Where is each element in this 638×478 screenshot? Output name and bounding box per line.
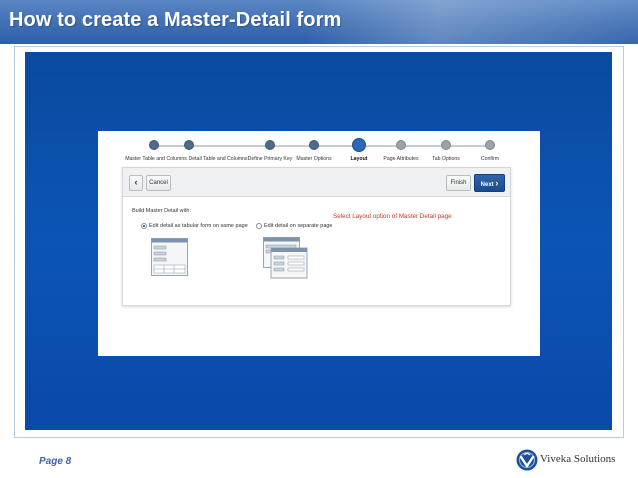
step-label-page-attributes: Page Attributes xyxy=(383,156,419,162)
option-label-separate-page[interactable]: Edit detail on separate page xyxy=(264,223,333,229)
next-button-label: Next xyxy=(480,182,494,188)
layout-hint: Select Layout option of Master Detail pa… xyxy=(333,213,452,220)
back-button[interactable]: ‹ xyxy=(129,175,143,191)
footer-divider xyxy=(0,442,638,443)
radio-same-page[interactable] xyxy=(141,223,147,229)
chevron-left-icon: ‹ xyxy=(134,177,138,187)
next-button[interactable]: Next › xyxy=(474,174,505,192)
same-page-layout-icon[interactable] xyxy=(151,238,188,276)
step-label-master-table: Master Table and Columns xyxy=(125,156,187,162)
cancel-button[interactable]: Cancel xyxy=(146,175,171,191)
wizard-screenshot: Master Table and Columns Detail Table an… xyxy=(98,131,540,356)
step-dot-master-options[interactable] xyxy=(309,140,319,150)
step-label-detail-table: Detail Table and Columns xyxy=(188,156,248,162)
step-dot-tab-options[interactable] xyxy=(441,140,451,150)
step-dot-primary-key[interactable] xyxy=(265,140,275,150)
slide-header: How to create a Master-Detail form xyxy=(0,0,638,44)
page-number: Page 8 xyxy=(39,456,72,467)
option-label-same-page[interactable]: Edit detail as tabular form on same page xyxy=(149,223,248,229)
step-dot-master-table[interactable] xyxy=(149,140,159,150)
wizard-train-line xyxy=(154,145,490,147)
radio-separate-page[interactable] xyxy=(256,223,262,229)
step-dot-layout[interactable] xyxy=(352,138,366,152)
viveka-logo-icon xyxy=(516,449,538,471)
step-dot-confirm[interactable] xyxy=(485,140,495,150)
step-label-primary-key: Define Primary Key xyxy=(247,156,293,162)
build-label: Build Master Detail with: xyxy=(132,208,191,214)
wizard-toolbar: ‹ Cancel Finish Next › xyxy=(123,168,510,197)
step-dot-detail-table[interactable] xyxy=(184,140,194,150)
chevron-right-icon: › xyxy=(495,178,499,188)
brand-name: Viveka Solutions xyxy=(540,453,616,465)
finish-button[interactable]: Finish xyxy=(446,175,471,191)
wizard-panel: ‹ Cancel Finish Next › Build Master Deta… xyxy=(122,167,511,306)
step-label-layout: Layout xyxy=(350,156,368,162)
step-label-tab-options: Tab Options xyxy=(432,156,460,162)
step-label-confirm: Confirm xyxy=(480,156,500,162)
step-dot-page-attributes[interactable] xyxy=(396,140,406,150)
separate-page-layout-icon[interactable] xyxy=(263,237,308,279)
slide-title: How to create a Master-Detail form xyxy=(9,9,342,31)
header-glare xyxy=(308,0,638,44)
step-label-master-options: Master Options xyxy=(296,156,332,162)
